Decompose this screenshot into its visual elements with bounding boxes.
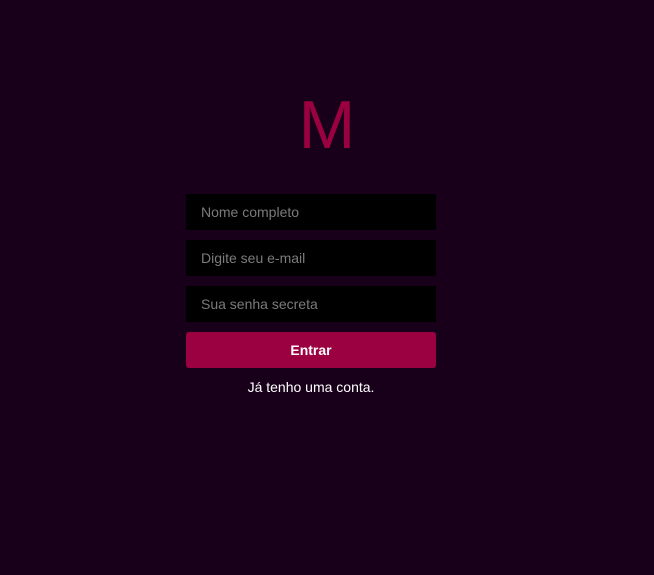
password-input[interactable] <box>186 286 436 322</box>
signup-page: M Entrar Já tenho uma conta. <box>0 0 654 575</box>
submit-button[interactable]: Entrar <box>186 332 436 368</box>
existing-account-link[interactable]: Já tenho uma conta. <box>186 378 436 396</box>
full-name-input[interactable] <box>186 194 436 230</box>
brand-logo: M <box>298 87 356 163</box>
email-input[interactable] <box>186 240 436 276</box>
signup-form: Entrar Já tenho uma conta. <box>186 194 436 396</box>
